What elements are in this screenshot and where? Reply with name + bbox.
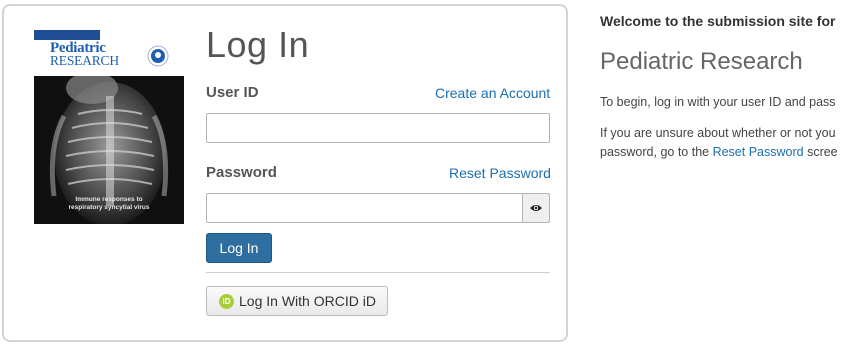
orcid-login-button[interactable]: iD Log In With ORCID iD [206, 286, 388, 316]
orcid-icon: iD [219, 293, 234, 309]
divider [206, 272, 550, 273]
page-title: Log In [206, 24, 310, 65]
reset-password-link[interactable]: Reset Password [449, 165, 551, 181]
show-password-button[interactable] [522, 193, 550, 223]
login-button[interactable]: Log In [206, 233, 272, 263]
journal-name: Pediatric Research [600, 48, 803, 75]
cover-caption: Immune responses to respiratory syncytia… [42, 196, 176, 212]
password-input[interactable] [206, 193, 523, 223]
intro-paragraph: To begin, log in with your user ID and p… [600, 95, 836, 109]
orcid-button-label: Log In With ORCID iD [239, 293, 376, 309]
welcome-heading: Welcome to the submission site for [600, 13, 836, 29]
help-line2-prefix: password, go to the [600, 145, 713, 159]
eye-icon [530, 205, 542, 211]
password-label: Password [206, 164, 277, 181]
cover-title-research: RESEARCH [50, 53, 119, 68]
help-line1: If you are unsure about whether or not y… [600, 126, 836, 140]
create-account-link[interactable]: Create an Account [435, 85, 550, 101]
help-line2: password, go to the Reset Password scree [600, 143, 838, 162]
login-panel: Pediatric RESEARCH Immune responses to r… [2, 4, 568, 342]
reset-password-inline-link[interactable]: Reset Password [713, 145, 804, 159]
help-line2-suffix: scree [803, 145, 838, 159]
cover-caption-line2: respiratory syncytial virus [68, 204, 150, 211]
help-paragraph: If you are unsure about whether or not y… [600, 124, 838, 162]
cover-band [34, 30, 100, 40]
user-id-label: User ID [206, 84, 259, 101]
user-id-input[interactable] [206, 113, 550, 143]
society-logo-icon [147, 45, 169, 67]
journal-cover-image: Pediatric RESEARCH Immune responses to r… [34, 30, 184, 224]
cover-caption-line1: Immune responses to [75, 196, 143, 203]
